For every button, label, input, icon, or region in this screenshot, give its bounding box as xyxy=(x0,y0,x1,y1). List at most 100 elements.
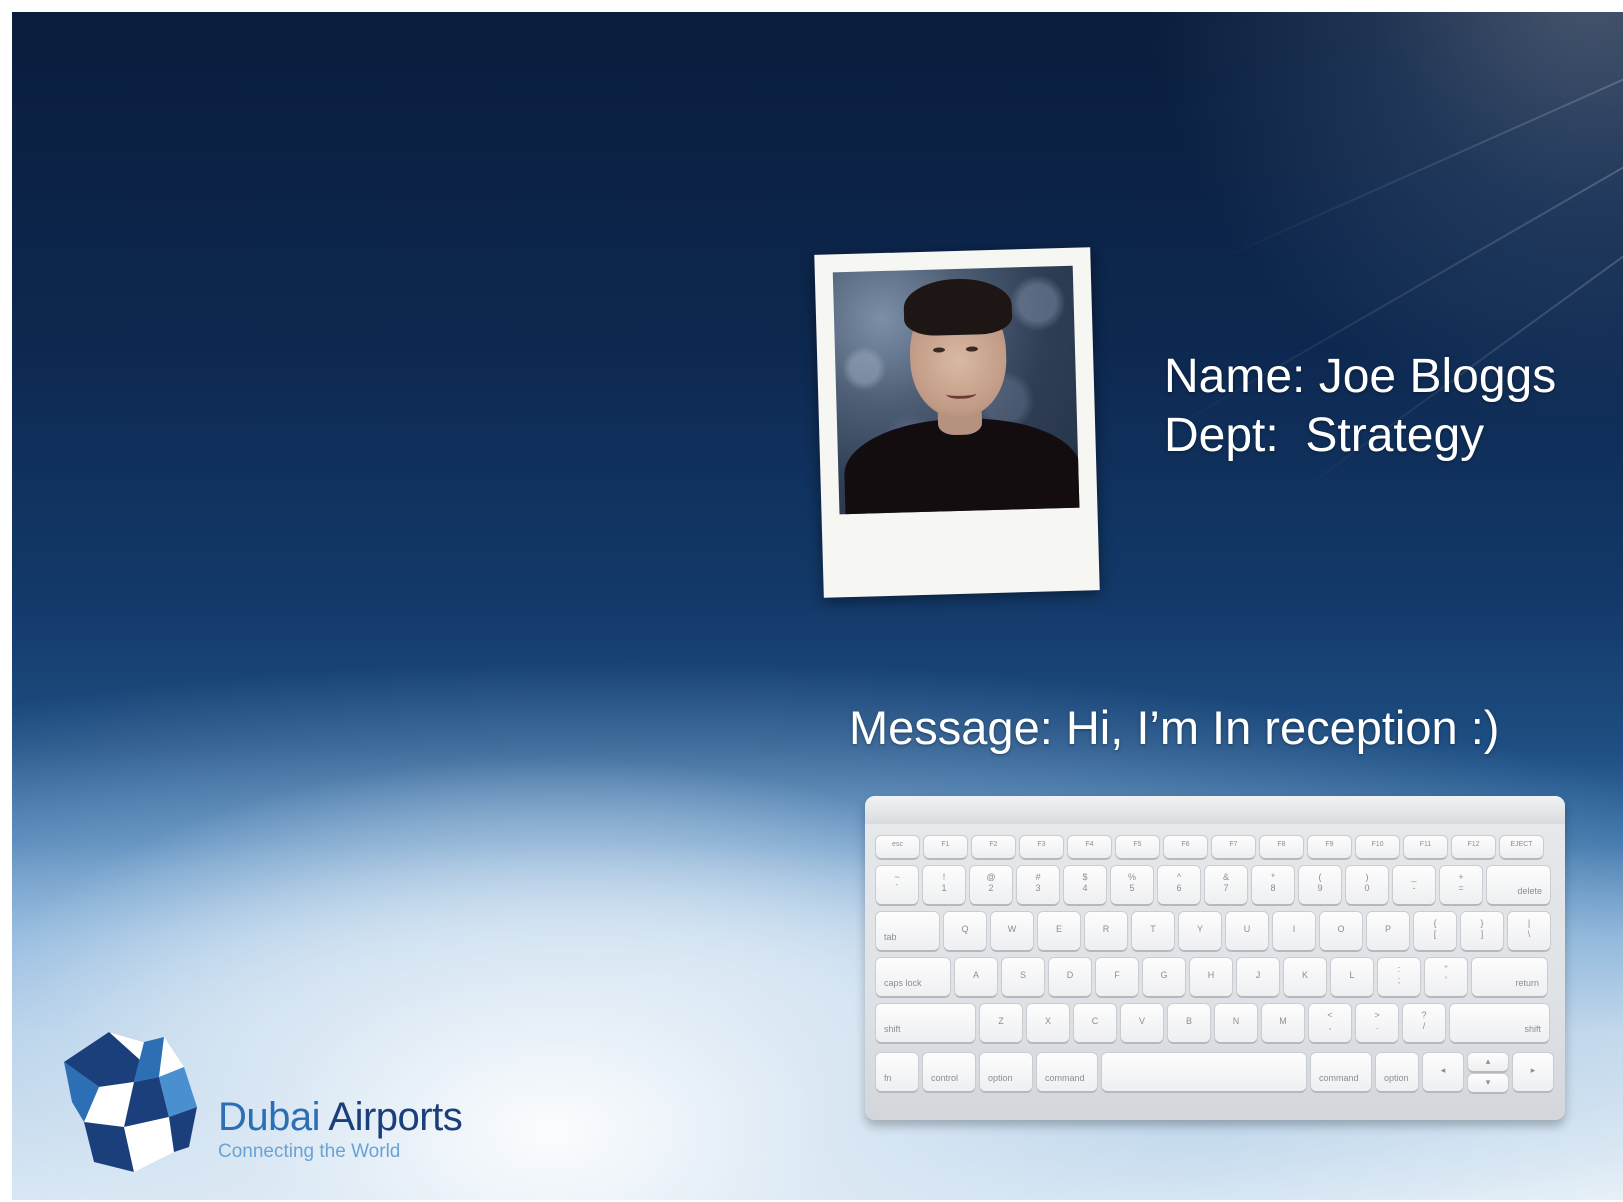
keyboard-key[interactable]: ! 1 xyxy=(923,866,965,904)
keyboard-key[interactable]: F1 xyxy=(924,836,967,858)
keyboard-key[interactable]: F11 xyxy=(1404,836,1447,858)
keyboard-key[interactable]: M xyxy=(1262,1004,1304,1042)
keyboard-key[interactable]: W xyxy=(991,912,1033,950)
keyboard-key[interactable]: R xyxy=(1085,912,1127,950)
keyboard-key[interactable]: delete xyxy=(1487,866,1550,904)
keyboard-key[interactable]: S xyxy=(1002,958,1044,996)
keyboard-key[interactable]: F10 xyxy=(1356,836,1399,858)
keyboard-key[interactable]: ) 0 xyxy=(1346,866,1388,904)
keyboard-key[interactable]: EJECT xyxy=(1500,836,1543,858)
keyboard-key[interactable]: }] xyxy=(1461,912,1503,950)
keyboard-key-label: option xyxy=(1384,1073,1409,1083)
keyboard-key[interactable]: <, xyxy=(1309,1004,1351,1042)
keyboard-key[interactable]: {[ xyxy=(1414,912,1456,950)
keyboard-key[interactable]: #3 xyxy=(1017,866,1059,904)
keyboard-key[interactable]: A xyxy=(955,958,997,996)
keyboard-key[interactable]: Q xyxy=(944,912,986,950)
keyboard-key[interactable]: $4 xyxy=(1064,866,1106,904)
keyboard-key-label: F4 xyxy=(1085,841,1094,848)
keyboard-key[interactable]: ~ ` xyxy=(876,866,918,904)
keyboard-key[interactable]: & 7 xyxy=(1205,866,1247,904)
keyboard-key-label: C xyxy=(1091,1016,1099,1026)
keyboard-key[interactable]: K xyxy=(1284,958,1326,996)
keyboard-key[interactable]: I xyxy=(1273,912,1315,950)
keyboard-key-label: @2 xyxy=(986,872,996,893)
keyboard-key-label: command xyxy=(1045,1073,1085,1083)
keyboard-key[interactable]: X xyxy=(1027,1004,1069,1042)
keyboard-key[interactable]: D xyxy=(1049,958,1091,996)
keyboard-key[interactable]: F4 xyxy=(1068,836,1111,858)
keyboard-key[interactable]: option xyxy=(1376,1053,1418,1091)
keyboard-key[interactable]: O xyxy=(1320,912,1362,950)
keyboard-key-label: caps lock xyxy=(884,978,922,988)
keyboard-key[interactable]: F6 xyxy=(1164,836,1207,858)
keyboard-key-label: W xyxy=(1007,924,1017,934)
keyboard-key[interactable]: @2 xyxy=(970,866,1012,904)
keyboard-key-label: }] xyxy=(1480,918,1484,939)
keyboard-key-label: I xyxy=(1292,924,1296,934)
keyboard-key-label: <, xyxy=(1327,1010,1333,1031)
keyboard-key[interactable]: P xyxy=(1367,912,1409,950)
keyboard-key[interactable]: L xyxy=(1331,958,1373,996)
keyboard-key[interactable]: * 8 xyxy=(1252,866,1294,904)
keyboard-key-label: control xyxy=(931,1073,959,1083)
keyboard-key[interactable]: F12 xyxy=(1452,836,1495,858)
profile-name: Name: Joe Bloggs xyxy=(1164,350,1557,403)
keyboard-key[interactable]: + = xyxy=(1440,866,1482,904)
keyboard-key[interactable]: E xyxy=(1038,912,1080,950)
keyboard-key[interactable]: % 5 xyxy=(1111,866,1153,904)
keyboard-key[interactable]: _ - xyxy=(1393,866,1435,904)
keyboard-key[interactable]: F9 xyxy=(1308,836,1351,858)
keyboard-key[interactable]: F xyxy=(1096,958,1138,996)
keyboard-key[interactable]: G xyxy=(1143,958,1185,996)
keyboard-key-label: shift xyxy=(1524,1024,1541,1034)
keyboard-key[interactable]: ◂ xyxy=(1423,1053,1463,1091)
keyboard-key-label: Q xyxy=(961,924,969,934)
keyboard-key[interactable]: | \ xyxy=(1508,912,1550,950)
keyboard-key[interactable]: :; xyxy=(1378,958,1420,996)
keyboard-key[interactable]: " ' xyxy=(1425,958,1467,996)
keyboard-key[interactable]: caps lock xyxy=(876,958,950,996)
keyboard-key[interactable]: esc xyxy=(876,836,919,858)
keyboard-key[interactable]: H xyxy=(1190,958,1232,996)
keyboard-key-label: ? / xyxy=(1421,1010,1427,1031)
keyboard-key[interactable]: (9 xyxy=(1299,866,1341,904)
keyboard-key[interactable]: B xyxy=(1168,1004,1210,1042)
keyboard-key[interactable]: command xyxy=(1311,1053,1371,1091)
keyboard-key-label: F xyxy=(1114,970,1120,980)
keyboard-key[interactable]: ? / xyxy=(1403,1004,1445,1042)
keyboard-key[interactable]: return xyxy=(1472,958,1547,996)
keyboard-key[interactable]: ▸ xyxy=(1513,1053,1553,1091)
keyboard-key-label: F7 xyxy=(1229,841,1238,848)
keyboard-key[interactable]: control xyxy=(923,1053,975,1091)
keyboard-key[interactable]: ^ 6 xyxy=(1158,866,1200,904)
keyboard-key[interactable]: F7 xyxy=(1212,836,1255,858)
keyboard-key[interactable]: tab xyxy=(876,912,939,950)
keyboard-key-label: Y xyxy=(1196,924,1203,934)
keyboard-key[interactable]: Y xyxy=(1179,912,1221,950)
keyboard-key[interactable]: F2 xyxy=(972,836,1015,858)
keyboard-key[interactable]: option xyxy=(980,1053,1032,1091)
keyboard-key[interactable]: N xyxy=(1215,1004,1257,1042)
keyboard-key[interactable]: fn xyxy=(876,1053,918,1091)
keyboard-key[interactable]: ▾ xyxy=(1468,1074,1508,1092)
keyboard-key[interactable]: F8 xyxy=(1260,836,1303,858)
keyboard-key[interactable]: shift xyxy=(876,1004,975,1042)
keyboard-key[interactable]: T xyxy=(1132,912,1174,950)
keyboard-key[interactable]: >. xyxy=(1356,1004,1398,1042)
keyboard-key-label: X xyxy=(1044,1016,1051,1026)
keyboard-key[interactable]: command xyxy=(1037,1053,1097,1091)
keyboard-key[interactable]: ▴ xyxy=(1468,1053,1508,1071)
keyboard-key[interactable]: Z xyxy=(980,1004,1022,1042)
keyboard-key[interactable]: shift xyxy=(1450,1004,1549,1042)
keyboard-key-label: (9 xyxy=(1317,872,1323,893)
keyboard-key[interactable]: V xyxy=(1121,1004,1163,1042)
keyboard-key[interactable]: J xyxy=(1237,958,1279,996)
keyboard-key[interactable]: C xyxy=(1074,1004,1116,1042)
keyboard-key[interactable] xyxy=(1102,1053,1306,1091)
keyboard-key[interactable]: F5 xyxy=(1116,836,1159,858)
keyboard-key[interactable]: F3 xyxy=(1020,836,1063,858)
arrow-key-cluster: ▴ ▾ xyxy=(1468,1053,1508,1092)
keyboard-key-label: option xyxy=(988,1073,1013,1083)
keyboard-key[interactable]: U xyxy=(1226,912,1268,950)
